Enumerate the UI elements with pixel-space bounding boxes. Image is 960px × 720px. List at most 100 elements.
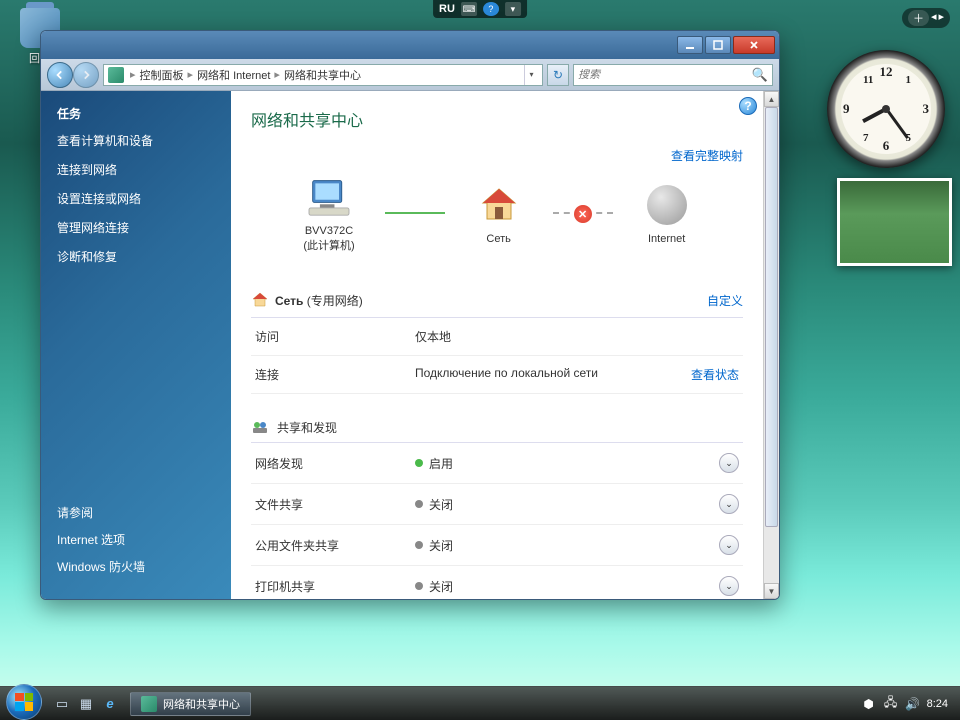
- sharing-row-label: 网络发现: [255, 455, 415, 472]
- sharing-row-status: 关闭: [429, 537, 453, 554]
- back-button[interactable]: [47, 62, 73, 88]
- computer-icon: [307, 177, 351, 217]
- network-name: Сеть: [475, 233, 523, 245]
- forward-button[interactable]: [73, 62, 99, 88]
- sharing-row-label: 公用文件夹共享: [255, 537, 415, 554]
- taskbar-active-window[interactable]: 网络和共享中心: [130, 692, 251, 716]
- customize-link[interactable]: 自定义: [707, 292, 743, 309]
- breadcrumb-item[interactable]: 控制面板: [140, 67, 184, 83]
- breadcrumb[interactable]: ▸ 控制面板 ▸ 网络和 Internet ▸ 网络和共享中心 ▾: [103, 64, 543, 86]
- sharing-row: 打印机共享关闭 ⌄: [251, 566, 743, 599]
- sharing-row-label: 文件共享: [255, 496, 415, 513]
- breadcrumb-item[interactable]: 网络和共享中心: [284, 67, 361, 83]
- house-icon: [251, 291, 269, 309]
- this-computer-name: BVV372C: [303, 225, 354, 237]
- slideshow-gadget[interactable]: [837, 178, 952, 266]
- see-also-link[interactable]: Internet 选项: [57, 531, 215, 548]
- sidebar-task[interactable]: 设置连接或网络: [57, 190, 215, 207]
- tray-network-icon[interactable]: 🖧: [883, 696, 899, 712]
- expand-button[interactable]: ⌄: [719, 576, 739, 596]
- status-dot-icon: [415, 459, 423, 467]
- see-also-link[interactable]: Windows 防火墙: [57, 558, 215, 575]
- scroll-thumb[interactable]: [765, 107, 778, 527]
- lang-keyboard-icon[interactable]: ⌨: [461, 2, 477, 16]
- house-icon: [479, 185, 519, 225]
- breadcrumb-item[interactable]: 网络和 Internet: [197, 67, 270, 83]
- gadget-prev-button[interactable]: ◂: [931, 10, 937, 26]
- window-icon: [141, 696, 157, 712]
- gadget-next-button[interactable]: ▸: [938, 10, 944, 26]
- minimize-button[interactable]: [677, 36, 703, 54]
- status-dot-icon: [415, 500, 423, 508]
- expand-button[interactable]: ⌄: [719, 494, 739, 514]
- network-section-header: Сеть (专用网络) 自定义: [251, 283, 743, 318]
- network-map: BVV372C (此计算机) Сеть ✕: [251, 173, 743, 253]
- status-dot-icon: [415, 541, 423, 549]
- this-computer-sub: (此计算机): [303, 237, 354, 253]
- gadget-controls: ＋ ◂ ▸: [902, 8, 950, 28]
- taskbar-clock[interactable]: 8:24: [927, 698, 948, 710]
- sidebar-task[interactable]: 管理网络连接: [57, 219, 215, 236]
- internet-label: Internet: [643, 233, 691, 245]
- globe-icon: [647, 185, 687, 225]
- network-node[interactable]: Сеть: [475, 181, 523, 245]
- sidebar-task[interactable]: 连接到网络: [57, 161, 215, 178]
- connection-line-broken: ✕: [553, 212, 613, 214]
- expand-button[interactable]: ⌄: [719, 535, 739, 555]
- content-pane: ? 网络和共享中心 查看完整映射 BVV372C (此计算机): [231, 91, 779, 599]
- lang-help-icon[interactable]: ?: [483, 2, 499, 16]
- this-computer-node[interactable]: BVV372C (此计算机): [303, 173, 354, 253]
- search-input[interactable]: [578, 69, 752, 81]
- quick-launch: ▭ ▦ e: [52, 694, 120, 714]
- start-button[interactable]: [6, 684, 42, 720]
- sharing-header: 共享和发现: [251, 418, 743, 443]
- expand-button[interactable]: ⌄: [719, 453, 739, 473]
- sharing-row: 公用文件夹共享关闭 ⌄: [251, 525, 743, 566]
- system-tray: ⬢ 🖧 🔊 8:24: [861, 696, 954, 712]
- taskbar: ▭ ▦ e 网络和共享中心 ⬢ 🖧 🔊 8:24: [0, 686, 960, 720]
- view-full-map-link[interactable]: 查看完整映射: [671, 149, 743, 163]
- breadcrumb-root-icon[interactable]: [108, 67, 124, 83]
- clock-face: 12 6 9 3 1 11 5 7: [841, 64, 931, 154]
- switch-windows-icon[interactable]: ▦: [76, 694, 96, 714]
- disconnected-icon: ✕: [574, 205, 592, 223]
- connection-line-ok: [385, 212, 445, 214]
- breadcrumb-dropdown[interactable]: ▾: [524, 65, 538, 85]
- tasks-header: 任务: [57, 105, 215, 122]
- sharing-icon: [251, 418, 269, 436]
- tray-security-icon[interactable]: ⬢: [861, 696, 877, 712]
- maximize-button[interactable]: [705, 36, 731, 54]
- show-desktop-icon[interactable]: ▭: [52, 694, 72, 714]
- page-title: 网络和共享中心: [251, 107, 743, 131]
- sharing-row-status: 启用: [429, 455, 453, 472]
- refresh-button[interactable]: ↻: [547, 64, 569, 86]
- sharing-row: 文件共享关闭 ⌄: [251, 484, 743, 525]
- scroll-up-button[interactable]: ▲: [764, 91, 779, 107]
- tasks-sidebar: 任务 查看计算机和设备 连接到网络 设置连接或网络 管理网络连接 诊断和修复 请…: [41, 91, 231, 599]
- sidebar-task[interactable]: 诊断和修复: [57, 248, 215, 265]
- ie-icon[interactable]: e: [100, 694, 120, 714]
- internet-node[interactable]: Internet: [643, 181, 691, 245]
- lang-menu-icon[interactable]: ▾: [505, 2, 521, 16]
- tray-volume-icon[interactable]: 🔊: [905, 696, 921, 712]
- vertical-scrollbar[interactable]: ▲ ▼: [763, 91, 779, 599]
- window-titlebar[interactable]: [41, 31, 779, 59]
- language-bar: RU ⌨ ? ▾: [433, 0, 527, 18]
- scroll-down-button[interactable]: ▼: [764, 583, 779, 599]
- add-gadget-button[interactable]: ＋: [908, 10, 929, 26]
- sharing-row: 网络发现启用 ⌄: [251, 443, 743, 484]
- language-indicator[interactable]: RU: [439, 3, 455, 15]
- access-row: 访问 仅本地: [251, 318, 743, 356]
- sharing-row-status: 关闭: [429, 578, 453, 595]
- search-box[interactable]: 🔍: [573, 64, 773, 86]
- status-dot-icon: [415, 582, 423, 590]
- sidebar-task[interactable]: 查看计算机和设备: [57, 132, 215, 149]
- clock-gadget[interactable]: 12 6 9 3 1 11 5 7: [827, 50, 945, 168]
- see-also-header: 请参阅: [57, 504, 215, 521]
- view-status-link[interactable]: 查看状态: [691, 366, 739, 383]
- close-button[interactable]: [733, 36, 775, 54]
- search-icon[interactable]: 🔍: [752, 67, 768, 83]
- sharing-row-status: 关闭: [429, 496, 453, 513]
- sharing-row-label: 打印机共享: [255, 578, 415, 595]
- connection-row: 连接 Подключение по локальной сети 查看状态: [251, 356, 743, 394]
